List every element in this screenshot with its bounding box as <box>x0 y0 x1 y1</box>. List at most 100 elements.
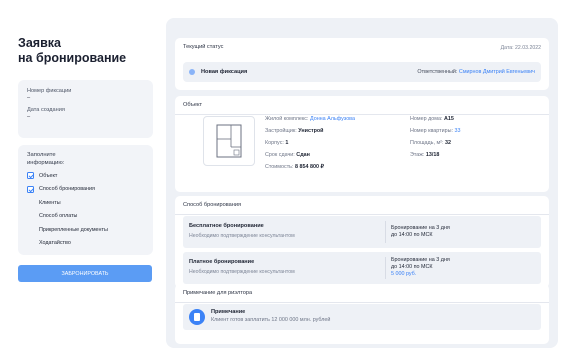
status-label: Новая фиксация <box>201 69 248 75</box>
developer-label: Застройщик: <box>265 128 297 134</box>
paid-booking-subtitle: Необходимо подтверждение консультантом <box>189 269 295 275</box>
deadline-row: Срок сдачи: Сдан <box>265 152 310 159</box>
status-date: Дата: 22.03.2022 <box>500 45 541 51</box>
check-icon <box>27 172 34 180</box>
checklist-item-clients[interactable]: Клиенты <box>27 196 144 210</box>
floor-plan-image[interactable] <box>203 116 255 166</box>
vertical-divider <box>385 257 386 279</box>
paid-booking-price: 5 000 руб. <box>391 271 417 277</box>
booking-header: Способ бронирования <box>183 202 242 208</box>
divider <box>175 114 549 115</box>
checklist-item-object[interactable]: Объект <box>27 169 144 183</box>
booking-option-free[interactable]: Бесплатное бронирование Необходимо подтв… <box>183 216 541 248</box>
checklist-item-petition[interactable]: Ходатайство <box>27 237 144 251</box>
floor-row: Этаж: 13/18 <box>410 152 439 159</box>
responsible-name-link[interactable]: Смирнов Дмитрий Евгеньевич <box>459 69 535 75</box>
note-title: Примечание <box>211 309 246 315</box>
booking-option-paid[interactable]: Платное бронирование Необходимо подтверж… <box>183 252 541 284</box>
page-title: Заявка на бронирование <box>18 36 153 66</box>
flat-row: Номер квартиры: 33 <box>410 128 460 135</box>
deadline-label: Срок сдачи: <box>265 152 295 158</box>
status-dot-icon <box>189 69 195 75</box>
status-section: Текущий статус Дата: 22.03.2022 Новая фи… <box>175 38 549 90</box>
complex-label: Жилой комплекс: <box>265 116 309 122</box>
fixation-number-value: – <box>27 95 31 101</box>
book-button[interactable]: ЗАБРОНИРОВАТЬ <box>18 265 152 282</box>
checklist-item-label: Прикрепленные документы <box>39 226 108 233</box>
fill-info-title-line1: Заполните <box>27 152 56 158</box>
paid-booking-terms: Бронирование на 3 дня до 14:00 по МСК 5 … <box>391 257 450 278</box>
note-card: Примечание Клиент готов заплатить 12 000… <box>183 304 541 330</box>
building-row: Корпус: 1 <box>265 140 288 147</box>
area-label: Площадь, м²: <box>410 140 444 146</box>
complex-row: Жилой комплекс: Донна Альфузова <box>265 116 355 123</box>
area-value: 32 <box>444 140 451 146</box>
checklist-item-label: Способ оплаты <box>39 213 78 220</box>
cost-label: Стоимость: <box>265 164 294 170</box>
booking-section: Способ бронирования Бесплатное бронирова… <box>175 196 549 288</box>
object-header: Объект <box>183 102 203 108</box>
left-column: Заявка на бронирование Номер фиксации – … <box>18 36 153 282</box>
checklist-item-label: Объект <box>39 172 58 179</box>
checklist: Объект Способ бронирования Клиенты Спосо… <box>27 169 144 250</box>
check-icon <box>27 185 34 193</box>
fill-info-title-line2: информацию: <box>27 159 65 166</box>
building-value: 1 <box>285 140 289 146</box>
page-title-line1: Заявка <box>18 36 61 50</box>
responsible: Ответственный: Смирнов Дмитрий Евгеньеви… <box>417 69 535 75</box>
realtor-note-header: Примечание для риэлтора <box>183 290 253 296</box>
paid-booking-title: Платное бронирование <box>189 259 255 265</box>
fixation-number-label: Номер фиксации <box>27 88 72 94</box>
free-booking-terms: Бронирование на 3 дня до 14:00 по МСК <box>391 225 450 239</box>
house-label: Номер дома: <box>410 116 443 122</box>
checklist-item-documents[interactable]: Прикрепленные документы <box>27 223 144 237</box>
vertical-divider <box>385 221 386 243</box>
deadline-value: Сдан <box>296 152 310 158</box>
cost-value: 8 854 800 ₽ <box>295 164 324 170</box>
responsible-label: Ответственный: <box>417 69 458 75</box>
checklist-item-label: Клиенты <box>39 199 61 206</box>
free-booking-terms-line2: до 14:00 по МСК <box>391 232 433 238</box>
flat-value: 33 <box>454 128 461 134</box>
empty-check-icon <box>27 213 34 220</box>
free-booking-terms-line1: Бронирование на 3 дня <box>391 225 450 231</box>
empty-check-icon <box>27 199 34 206</box>
checklist-item-label: Способ бронирования <box>39 186 95 193</box>
floor-label: Этаж: <box>410 152 425 158</box>
free-booking-subtitle: Необходимо подтверждение консультантом <box>189 233 295 239</box>
status-header: Текущий статус <box>183 44 224 50</box>
checklist-item-label: Ходатайство <box>39 240 71 247</box>
paid-booking-terms-line2: до 14:00 по МСК <box>391 264 433 270</box>
fill-info-card: Заполните информацию: Объект Способ брон… <box>18 145 153 255</box>
checklist-item-booking-method[interactable]: Способ бронирования <box>27 183 144 197</box>
floor-value: 13/18 <box>425 152 440 158</box>
cost-row: Стоимость: 8 854 800 ₽ <box>265 164 324 171</box>
note-text: Клиент готов заплатить 12 000 000 млн. р… <box>211 317 331 323</box>
empty-check-icon <box>27 240 34 247</box>
complex-link[interactable]: Донна Альфузова <box>310 116 355 122</box>
flat-label: Номер квартиры: <box>410 128 453 134</box>
paid-booking-terms-line1: Бронирование на 3 дня <box>391 257 450 263</box>
fixation-info-card: Номер фиксации – Дата создания – <box>18 80 153 138</box>
main-panel: Текущий статус Дата: 22.03.2022 Новая фи… <box>166 18 558 348</box>
page-title-line2: на бронирование <box>18 51 127 65</box>
checklist-item-payment-method[interactable]: Способ оплаты <box>27 210 144 224</box>
created-date-value: – <box>27 114 31 120</box>
floor-plan-icon <box>216 124 242 158</box>
area-row: Площадь, м²: 32 <box>410 140 451 147</box>
house-row: Номер дома: А15 <box>410 116 454 123</box>
house-value: А15 <box>443 116 454 122</box>
document-icon <box>189 309 205 325</box>
developer-row: Застройщик: Унистрой <box>265 128 324 135</box>
developer-value: Унистрой <box>298 128 324 134</box>
object-section: Объект Жилой комплекс: Донна Альфузова З… <box>175 96 549 192</box>
divider <box>175 302 549 303</box>
divider <box>175 214 549 215</box>
created-date-label: Дата создания <box>27 107 65 113</box>
status-row: Новая фиксация Ответственный: Смирнов Дм… <box>183 62 541 82</box>
free-booking-title: Бесплатное бронирование <box>189 223 264 229</box>
realtor-note-section: Примечание для риэлтора Примечание Клиен… <box>175 284 549 344</box>
building-label: Корпус: <box>265 140 284 146</box>
fill-info-title: Заполните информацию: <box>27 152 144 167</box>
empty-check-icon <box>27 226 34 233</box>
